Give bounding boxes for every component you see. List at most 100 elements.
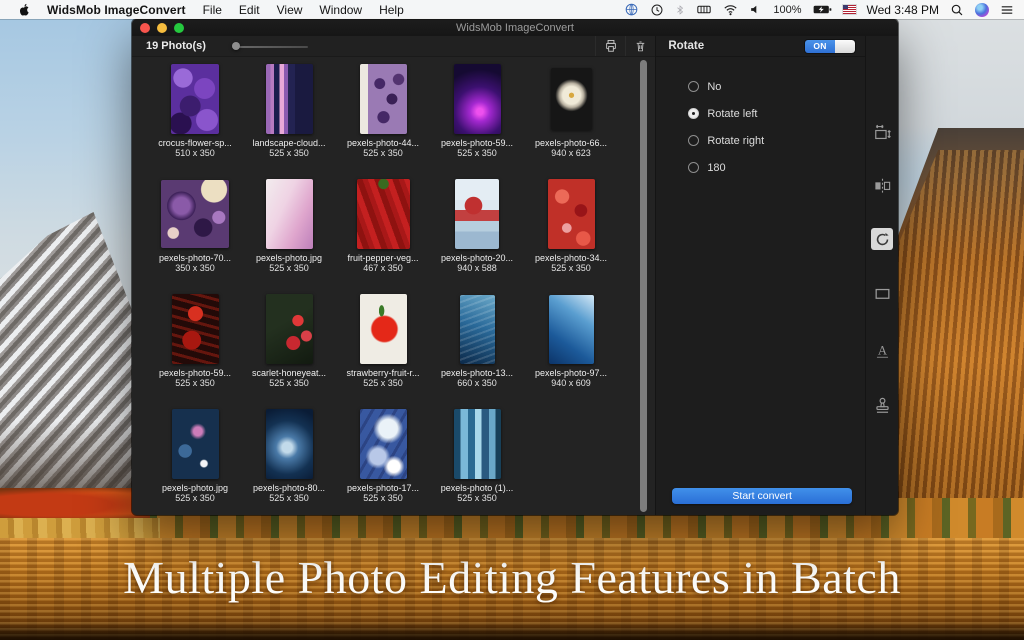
photo-thumbnail[interactable] [548, 179, 595, 249]
start-convert-button[interactable]: Start convert [672, 488, 852, 504]
photo-filename: pexels-photo-97... [524, 368, 618, 378]
photo-item[interactable]: pexels-photo-44...525 x 350 [336, 63, 430, 178]
toggle-knob[interactable] [835, 40, 855, 53]
rotate-option-rotate-right[interactable]: Rotate right [688, 127, 865, 154]
resize-tool-icon[interactable] [871, 121, 893, 143]
radio-selected-icon[interactable] [688, 108, 699, 119]
photo-filename: strawberry-fruit-r... [336, 368, 430, 378]
photo-thumbnail[interactable] [266, 294, 313, 364]
rotate-option-180[interactable]: 180 [688, 154, 865, 181]
photo-item[interactable]: pexels-photo.jpg525 x 350 [242, 178, 336, 293]
photo-thumbnail[interactable] [357, 179, 410, 249]
menu-view[interactable]: View [277, 3, 303, 17]
photo-thumbnail[interactable] [454, 409, 501, 479]
photo-thumbnail[interactable] [455, 179, 499, 249]
menu-clock[interactable]: Wed 3:48 PM [867, 3, 939, 17]
photo-thumbnail-box [242, 63, 336, 135]
photo-thumbnail-box [524, 293, 618, 365]
bluetooth-icon[interactable] [675, 3, 685, 17]
photo-thumbnail[interactable] [360, 409, 407, 479]
battery-percentage: 100% [773, 4, 801, 16]
photo-dimensions: 525 x 350 [430, 493, 524, 504]
photo-thumbnail[interactable] [161, 180, 229, 248]
time-machine-icon[interactable] [650, 3, 664, 17]
apple-menu-icon[interactable] [18, 3, 30, 17]
close-button[interactable] [140, 23, 150, 33]
photo-item[interactable]: pexels-photo (1)...525 x 350 [430, 408, 524, 515]
photo-item[interactable]: pexels-photo-80...525 x 350 [242, 408, 336, 515]
window-titlebar[interactable]: WidsMob ImageConvert [132, 19, 898, 36]
photo-thumbnail[interactable] [172, 409, 219, 479]
rotate-option-no[interactable]: No [688, 73, 865, 100]
photo-thumbnail[interactable] [171, 64, 219, 134]
photo-dimensions: 525 x 350 [242, 148, 336, 159]
photo-filename: pexels-photo-66... [524, 138, 618, 148]
spotlight-search-icon[interactable] [950, 3, 964, 17]
wifi-icon[interactable] [723, 4, 738, 16]
keyboard-battery-icon[interactable] [696, 3, 712, 16]
border-tool-icon[interactable] [871, 282, 893, 304]
photo-item[interactable]: pexels-photo-20...940 x 588 [430, 178, 524, 293]
menu-edit[interactable]: Edit [239, 3, 260, 17]
us-flag-icon[interactable] [843, 5, 856, 14]
vertical-scrollbar[interactable] [640, 60, 647, 512]
slider-thumb[interactable] [232, 42, 240, 50]
minimize-button[interactable] [157, 23, 167, 33]
photo-item[interactable]: pexels-photo-59...525 x 350 [430, 63, 524, 178]
photo-thumbnail[interactable] [549, 295, 594, 364]
photo-thumbnail[interactable] [266, 179, 313, 249]
delete-button[interactable] [625, 36, 655, 56]
photo-dimensions: 510 x 350 [148, 148, 242, 159]
notification-center-icon[interactable] [1000, 4, 1014, 16]
photo-item[interactable]: scarlet-honeyeat...525 x 350 [242, 293, 336, 408]
rotate-tool-icon[interactable] [871, 228, 893, 250]
photo-item[interactable]: landscape-cloud...525 x 350 [242, 63, 336, 178]
photo-thumbnail[interactable] [454, 64, 501, 134]
photo-item[interactable]: fruit-pepper-veg...467 x 350 [336, 178, 430, 293]
menu-app-name[interactable]: WidsMob ImageConvert [47, 3, 186, 17]
menu-file[interactable]: File [203, 3, 222, 17]
photo-item[interactable]: pexels-photo-59...525 x 350 [148, 293, 242, 408]
rotate-panel-title: Rotate [668, 40, 704, 52]
flip-tool-icon[interactable] [871, 174, 893, 196]
radio-icon[interactable] [688, 135, 699, 146]
siri-icon[interactable] [975, 3, 989, 17]
photo-item[interactable]: pexels-photo.jpg525 x 350 [148, 408, 242, 515]
thumbnail-size-slider[interactable] [232, 41, 308, 51]
menu-help[interactable]: Help [379, 3, 404, 17]
volume-icon[interactable] [749, 3, 762, 16]
photo-item[interactable]: pexels-photo-17...525 x 350 [336, 408, 430, 515]
photo-item[interactable]: crocus-flower-sp...510 x 350 [148, 63, 242, 178]
photo-item[interactable]: pexels-photo-70...350 x 350 [148, 178, 242, 293]
photo-thumbnail[interactable] [360, 294, 407, 364]
photo-grid-pane[interactable]: crocus-flower-sp...510 x 350landscape-cl… [132, 58, 655, 515]
text-watermark-tool-icon[interactable]: A [871, 339, 893, 361]
photo-thumbnail[interactable] [460, 295, 495, 364]
globe-icon[interactable] [624, 2, 639, 17]
zoom-button[interactable] [174, 23, 184, 33]
photo-thumbnail[interactable] [172, 294, 219, 364]
radio-icon[interactable] [688, 162, 699, 173]
printer-icon [604, 39, 618, 53]
stamp-watermark-tool-icon[interactable] [871, 394, 893, 416]
print-button[interactable] [595, 36, 625, 56]
battery-icon[interactable] [813, 4, 832, 15]
photo-item[interactable]: pexels-photo-34...525 x 350 [524, 178, 618, 293]
photo-filename: pexels-photo-44... [336, 138, 430, 148]
radio-icon[interactable] [688, 81, 699, 92]
rotate-option-rotate-left[interactable]: Rotate left [688, 100, 865, 127]
toggle-on-label: ON [805, 40, 835, 53]
photo-item[interactable]: pexels-photo-13...660 x 350 [430, 293, 524, 408]
photo-item[interactable]: strawberry-fruit-r...525 x 350 [336, 293, 430, 408]
photo-thumbnail[interactable] [266, 64, 313, 134]
rotate-toggle[interactable]: ON [805, 40, 855, 53]
menu-window[interactable]: Window [319, 3, 362, 17]
photo-thumbnail[interactable] [551, 68, 592, 130]
photo-dimensions: 525 x 350 [336, 493, 430, 504]
photo-item[interactable]: pexels-photo-66...940 x 623 [524, 63, 618, 178]
photo-thumbnail[interactable] [360, 64, 407, 134]
photo-item[interactable]: pexels-photo-97...940 x 609 [524, 293, 618, 408]
photo-thumbnail[interactable] [266, 409, 313, 479]
rotate-panel-header: Rotate ON [656, 36, 865, 57]
slider-track[interactable] [232, 46, 308, 48]
